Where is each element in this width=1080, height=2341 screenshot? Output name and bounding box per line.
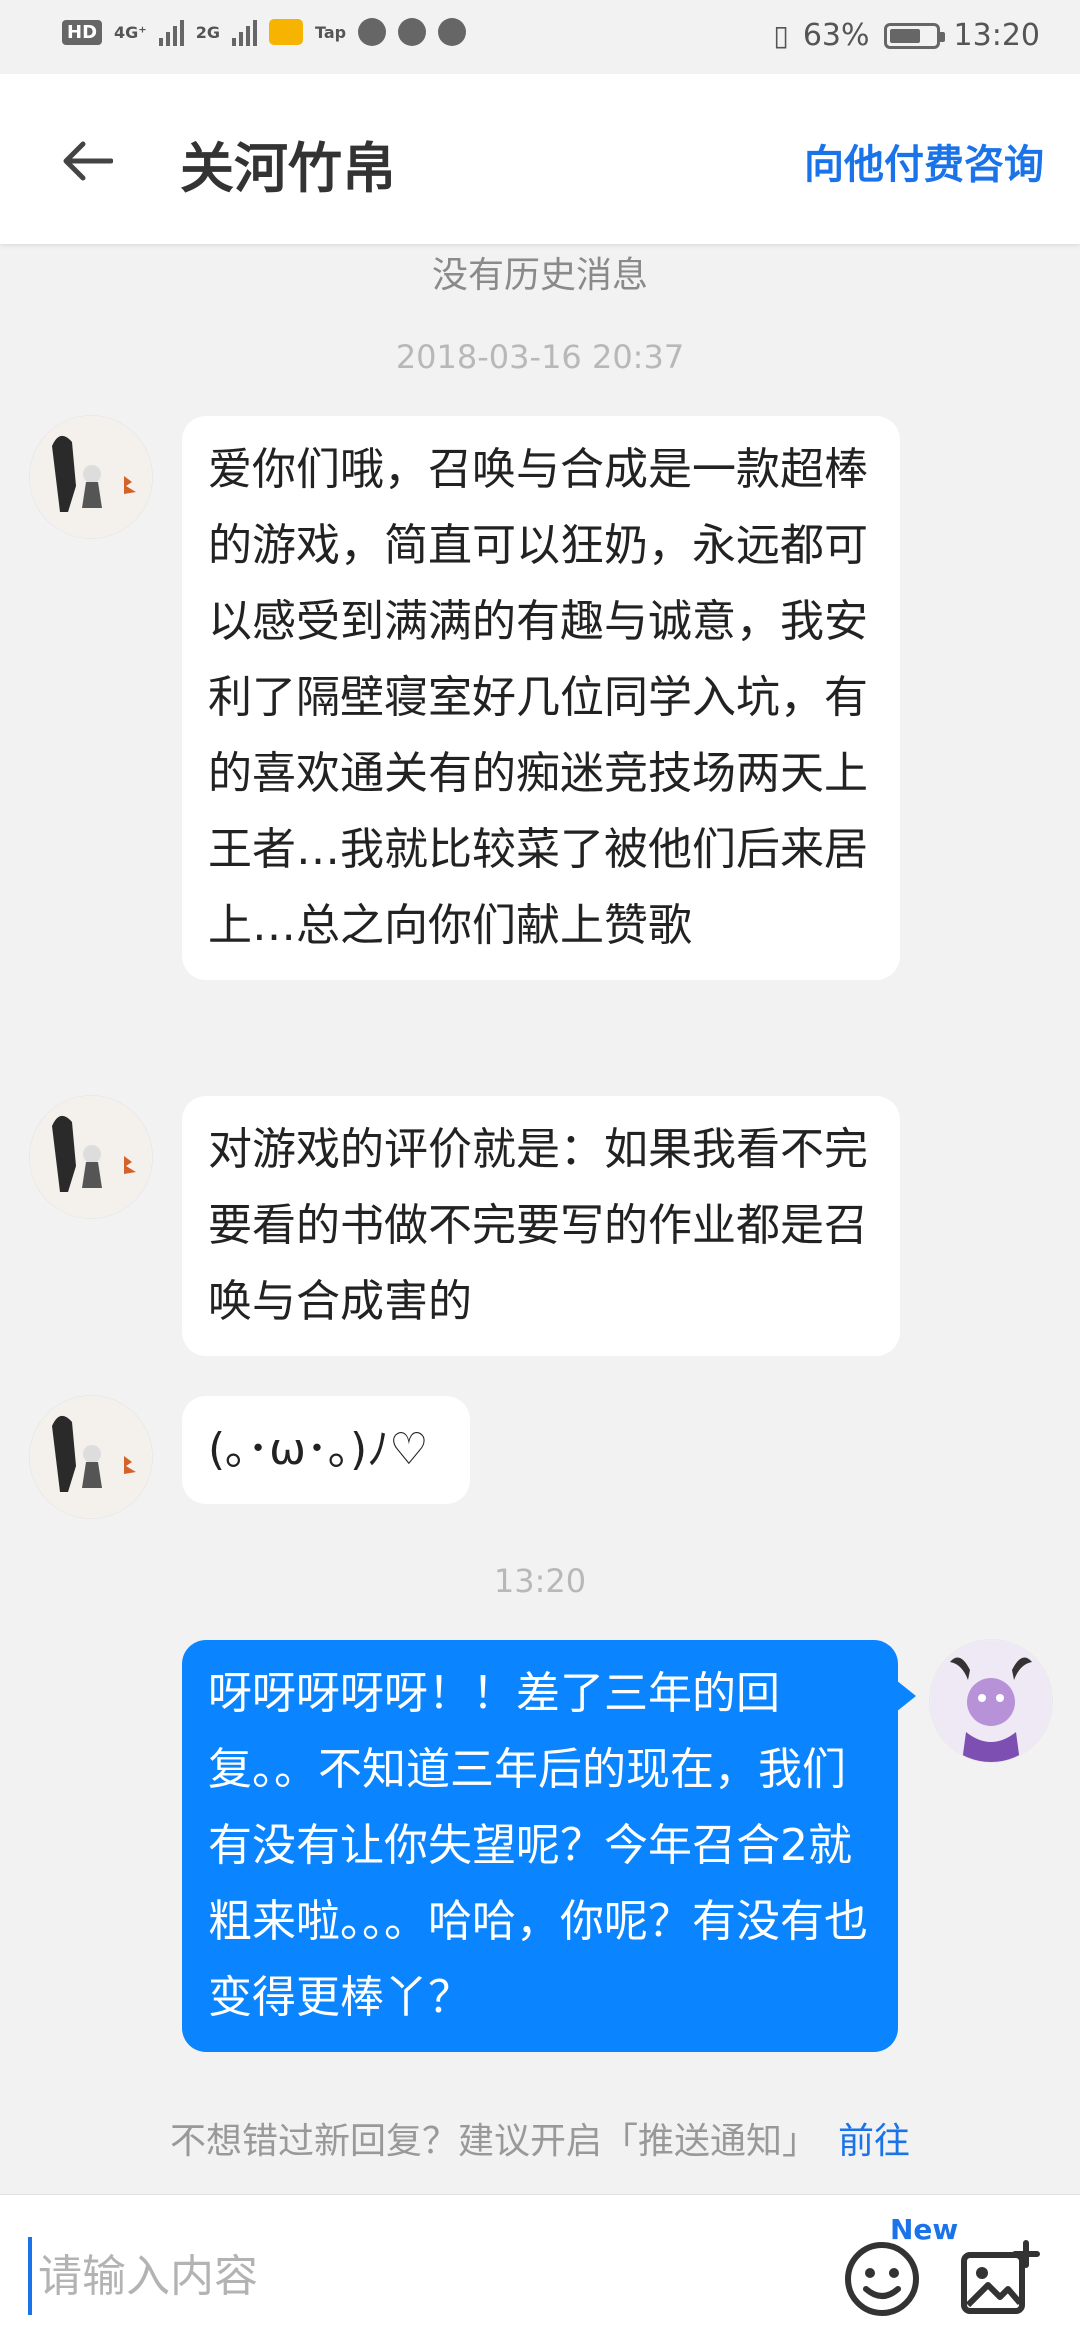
mail-notification-icon: [269, 19, 303, 45]
signal-icon: [158, 18, 184, 46]
chat-header: 关河竹帛 向他付费咨询: [0, 74, 1080, 244]
message-notification-icon: [358, 18, 387, 46]
new-badge: New: [890, 2213, 959, 2246]
no-history-label: 没有历史消息: [431, 255, 648, 296]
message-input[interactable]: [28, 2237, 840, 2315]
message-bubble-other[interactable]: 对游戏的评价就是：如果我看不完要看的书做不完要写的作业都是召唤与合成害的: [182, 1096, 900, 1356]
tap-notification-label: Tap: [315, 22, 347, 42]
timestamp: 2018-03-16 20:37: [395, 338, 685, 376]
status-bar: HD 4G⁺ 2G Tap ▯ 63% 13:20: [0, 0, 1080, 74]
hd-icon: HD: [62, 19, 103, 45]
push-notification-tip: 不想错过新回复？建议开启「推送通知」 前往: [0, 2112, 1080, 2164]
globe-notification-icon: [438, 18, 467, 46]
message-bubble-other[interactable]: (｡･ω･｡)ﾉ♡: [182, 1396, 470, 1504]
message-bubble-me[interactable]: 呀呀呀呀呀！！差了三年的回复。。不知道三年后的现在，我们有没有让你失望呢？今年召…: [182, 1640, 916, 2052]
message-bubble-other[interactable]: 爱你们哦，召唤与合成是一款超棒的游戏，简直可以狂奶，永远都可以感受到满满的有趣与…: [182, 416, 900, 980]
network-4g-label: 4G⁺: [114, 22, 147, 42]
push-tip-text: 不想错过新回复？建议开启「推送通知」: [169, 2121, 818, 2162]
my-avatar[interactable]: [930, 1640, 1052, 1762]
signal-icon-2: [232, 18, 257, 46]
paid-consult-link[interactable]: 向他付费咨询: [804, 132, 1044, 190]
contact-avatar[interactable]: [30, 416, 152, 538]
message-input-bar: New: [0, 2194, 1080, 2341]
emoji-button[interactable]: [840, 2237, 924, 2321]
contact-avatar[interactable]: [30, 1096, 152, 1218]
timestamp: 13:20: [493, 1562, 587, 1600]
add-image-button[interactable]: [958, 2237, 1042, 2321]
contact-avatar[interactable]: [30, 1396, 152, 1518]
status-right-icons: ▯ 63% 13:20: [773, 18, 1040, 53]
vibrate-icon: ▯: [773, 19, 789, 52]
network-2g-label: 2G: [195, 22, 220, 42]
battery-icon: [883, 22, 945, 49]
clock: 13:20: [953, 18, 1040, 53]
contact-name: 关河竹帛: [180, 137, 396, 200]
enable-push-link[interactable]: 前往: [838, 2121, 910, 2162]
battery-percent: 63%: [802, 18, 870, 53]
status-left-icons: HD 4G⁺ 2G Tap: [62, 18, 467, 46]
back-button[interactable]: [52, 126, 122, 196]
shield-notification-icon: [398, 18, 427, 46]
back-arrow-icon: [63, 141, 113, 181]
emoji-icon: [845, 2242, 919, 2316]
image-add-icon: [961, 2240, 1040, 2314]
